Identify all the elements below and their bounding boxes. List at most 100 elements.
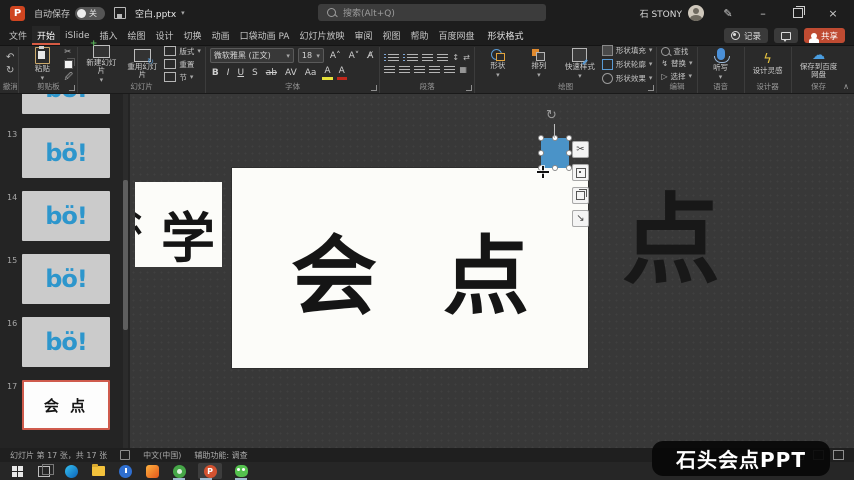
columns-button[interactable] (444, 66, 455, 75)
select-button[interactable]: ▷选择▾ (661, 72, 692, 82)
save-icon[interactable] (114, 7, 126, 19)
start-button[interactable] (9, 463, 25, 479)
tab-animations[interactable]: 动画 (207, 26, 235, 45)
clear-formatting-button[interactable]: A̸ (365, 50, 375, 62)
tab-shape-format[interactable]: 形状格式 (483, 26, 529, 45)
copy-tool-button[interactable] (572, 187, 589, 204)
tab-home[interactable]: 开始 (32, 26, 60, 45)
undo-button[interactable]: ↶ (6, 53, 14, 63)
font-color-button[interactable]: A (337, 65, 347, 80)
line-spacing-button[interactable]: ↕ (452, 53, 459, 63)
clock-app-button[interactable] (117, 463, 133, 479)
dictate-button[interactable]: 听写 ▾ (702, 47, 740, 82)
selected-rectangle-shape[interactable] (541, 138, 569, 168)
tab-transitions[interactable]: 切换 (179, 26, 207, 45)
slide-thumbnail-17-selected[interactable]: 会 点 (22, 380, 110, 430)
shrink-font-button[interactable]: A˅ (347, 50, 362, 62)
italic-button[interactable]: I (225, 67, 232, 79)
design-ideas-button[interactable]: ϟ 设计灵感 (749, 53, 787, 76)
slide-thumbnail-13[interactable]: bö! (22, 128, 110, 178)
pen-mode-icon[interactable]: ✎ (717, 3, 739, 23)
resize-tool-button[interactable]: ↘ (572, 210, 589, 227)
selection-handle[interactable] (552, 165, 558, 171)
font-name-select[interactable]: 微软雅黑 (正文) ▾ (210, 48, 294, 63)
redo-button[interactable]: ↻ (6, 66, 14, 76)
tab-insert[interactable]: 插入 (95, 26, 123, 45)
replace-button[interactable]: ↯替换▾ (661, 59, 692, 69)
text-shadow-button[interactable]: S (250, 67, 260, 79)
selection-handle[interactable] (538, 150, 544, 156)
close-button[interactable]: × (822, 3, 844, 23)
selection-handle[interactable] (552, 135, 558, 141)
accessibility-status[interactable]: 辅助功能: 调查 (194, 450, 247, 461)
task-view-button[interactable] (36, 463, 52, 479)
slide-thumbnail-14[interactable]: bö! (22, 191, 110, 241)
find-button[interactable]: 查找 (661, 47, 692, 56)
layout-button[interactable]: 版式▾ (164, 46, 201, 56)
numbering-button[interactable] (407, 54, 418, 63)
align-right-button[interactable] (414, 66, 425, 75)
arrange-button[interactable]: 排列 ▾ (520, 48, 558, 80)
text-direction-button[interactable]: ⇄ (463, 53, 470, 63)
slide-canvas-area[interactable]: 学 会 点 点 ↻ ✂ ↘ (130, 94, 854, 448)
quick-styles-button[interactable]: 快速样式 ▾ (561, 47, 599, 81)
format-painter-button[interactable]: 🖉 (64, 72, 73, 82)
slide-title-text[interactable]: 会 点 (291, 206, 547, 331)
shape-fill-button[interactable]: 形状填充▾ (602, 45, 653, 56)
font-size-select[interactable]: 18 ▾ (298, 48, 324, 63)
thumbnail-scrollbar[interactable] (123, 94, 128, 448)
green-app-button[interactable] (171, 463, 187, 479)
new-slide-button[interactable]: 新建幻灯片 ▾ (82, 44, 120, 85)
wechat-button[interactable] (233, 463, 249, 479)
tab-draw[interactable]: 绘图 (123, 26, 151, 45)
tab-pocket-animation[interactable]: 口袋动画 PA (235, 26, 295, 45)
justify-button[interactable] (429, 66, 440, 75)
increase-indent-button[interactable] (437, 54, 448, 63)
selection-handle[interactable] (538, 135, 544, 141)
autosave-toggle[interactable]: 关 (75, 7, 105, 20)
slide-thumbnail-16[interactable]: bö! (22, 317, 110, 367)
record-button[interactable]: 记录 (724, 28, 768, 43)
bold-button[interactable]: B (210, 67, 221, 79)
smartart-convert-button[interactable]: ▦ (459, 65, 467, 75)
tab-help[interactable]: 帮助 (406, 26, 434, 45)
tab-review[interactable]: 审阅 (349, 26, 377, 45)
shapes-button[interactable]: 形状 ▾ (479, 48, 517, 80)
restore-button[interactable] (787, 3, 809, 23)
underline-button[interactable]: U (235, 67, 246, 79)
tab-baidu-netdisk[interactable]: 百度网盘 (434, 26, 480, 45)
crop-tool-button[interactable] (572, 164, 589, 181)
character-spacing-button[interactable]: AV (283, 67, 299, 79)
bullets-button[interactable] (388, 54, 399, 63)
reset-button[interactable]: 重置 (164, 59, 201, 69)
minimize-button[interactable]: – (752, 3, 774, 23)
highlight-color-button[interactable]: A (322, 65, 332, 80)
collapse-ribbon-button[interactable]: ∧ (843, 82, 849, 91)
reuse-slides-button[interactable]: 重用幻灯片 (123, 48, 161, 80)
cut-tool-button[interactable]: ✂ (572, 141, 589, 158)
shape-outline-button[interactable]: 形状轮廓▾ (602, 59, 653, 70)
comments-button[interactable] (774, 28, 798, 43)
rotation-handle[interactable]: ↻ (546, 108, 557, 123)
offslide-character[interactable]: 点 (622, 186, 720, 296)
tab-slideshow[interactable]: 幻灯片放映 (294, 26, 349, 45)
current-slide[interactable]: 会 点 (232, 168, 588, 368)
align-left-button[interactable] (384, 66, 395, 75)
slide-thumbnail-15[interactable]: bö! (22, 254, 110, 304)
file-explorer-button[interactable] (90, 463, 106, 479)
account-button[interactable]: 石 STONY (640, 5, 704, 21)
tab-file[interactable]: 文件 (4, 26, 32, 45)
slide-thumbnail-partial[interactable]: bö! (22, 94, 110, 114)
decrease-indent-button[interactable] (422, 54, 433, 63)
scrollbar-thumb[interactable] (123, 180, 128, 330)
autosave-control[interactable]: 自动保存 关 (34, 7, 105, 20)
save-to-netdisk-button[interactable]: ☁ 保存到百度网盘 (796, 49, 842, 80)
language-indicator[interactable]: 中文(中国) (143, 450, 181, 461)
search-input[interactable]: 搜索(Alt+Q) (318, 4, 546, 21)
paste-button[interactable]: 粘贴 ▾ (23, 46, 61, 83)
edge-browser-button[interactable] (63, 463, 79, 479)
powerpoint-taskbar-button[interactable]: P (198, 463, 222, 479)
tab-design[interactable]: 设计 (151, 26, 179, 45)
grow-font-button[interactable]: A˄ (328, 50, 343, 62)
cut-button[interactable]: ✂ (64, 47, 73, 57)
